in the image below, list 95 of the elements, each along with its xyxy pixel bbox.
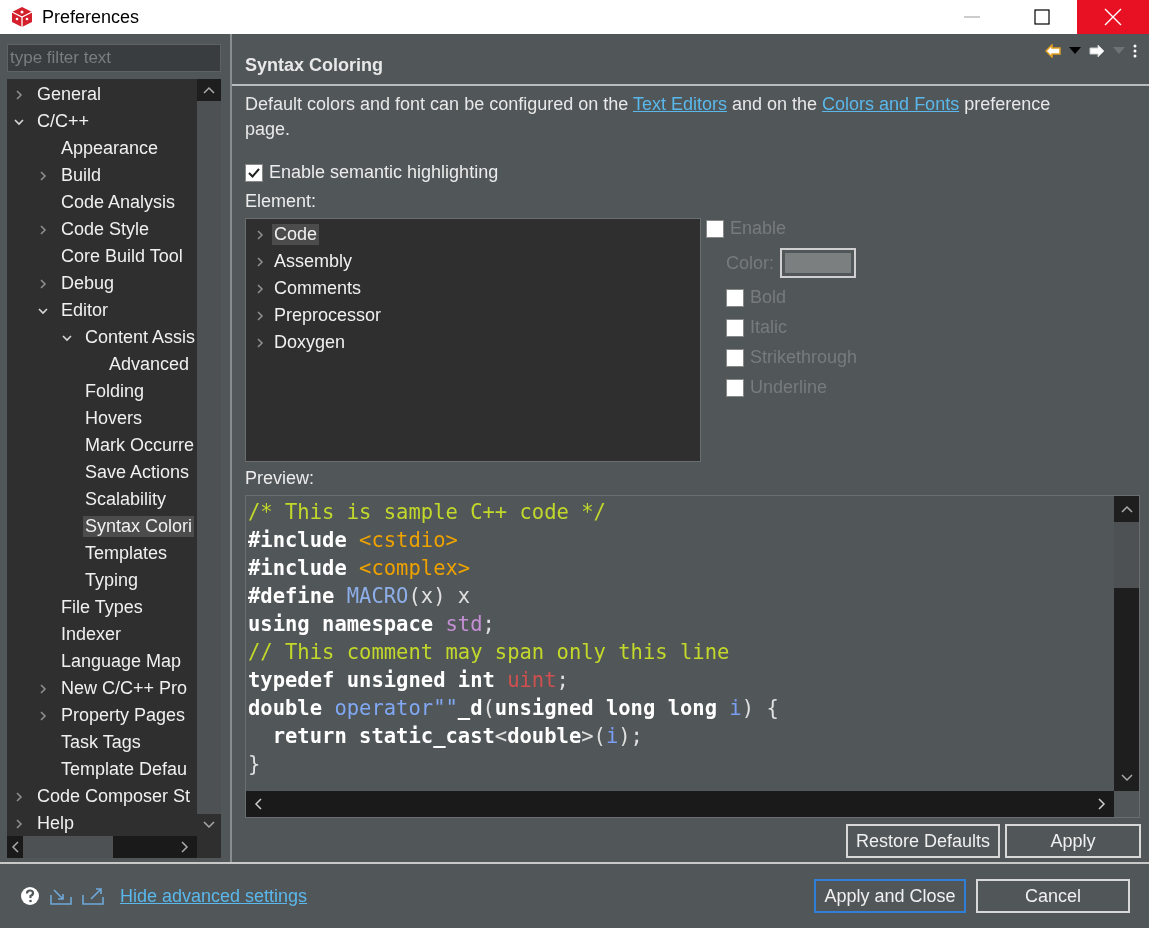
vertical-scrollbar[interactable] (197, 79, 221, 836)
preview-label: Preview: (245, 468, 316, 489)
window-title: Preferences (42, 6, 141, 28)
scroll-up-icon[interactable] (203, 86, 215, 94)
horizontal-scrollbar[interactable] (7, 836, 197, 858)
list-item[interactable]: Code (272, 224, 320, 245)
apply-button[interactable]: Apply (1005, 824, 1141, 858)
chevron-right-icon[interactable] (37, 277, 49, 290)
code-line: #define MACRO(x) x (248, 583, 472, 610)
code-line: #include <cstdio> (248, 527, 459, 554)
chevron-right-icon[interactable] (254, 309, 266, 322)
scroll-down-icon[interactable] (1120, 774, 1133, 782)
help-icon[interactable] (20, 886, 40, 906)
chevron-right-icon[interactable] (254, 336, 266, 349)
color-button[interactable] (780, 248, 856, 278)
tree-item[interactable]: Folding (83, 381, 147, 402)
scroll-right-icon[interactable] (181, 841, 189, 853)
tree-item[interactable]: Build (59, 165, 104, 186)
chevron-right-icon[interactable] (254, 255, 266, 268)
tree-item[interactable]: Debug (59, 273, 117, 294)
more-options-icon[interactable] (1133, 44, 1137, 58)
chevron-right-icon[interactable] (13, 88, 25, 101)
code-line: } (248, 751, 262, 778)
tree-item[interactable]: Hovers (83, 408, 144, 429)
tree-item[interactable]: Mark Occurre (83, 435, 196, 456)
tree-item[interactable]: Templates (83, 543, 170, 564)
scroll-thumb[interactable] (23, 836, 113, 858)
code-line: using namespace std; (248, 611, 496, 638)
description-text: Default colors and font can be configured on the Text Editors and on the Colors and Fonts preference page. (245, 93, 1052, 141)
tree-item[interactable]: Indexer (59, 624, 124, 645)
tree-item[interactable]: Code Style (59, 219, 152, 240)
code-line: // This comment may span only this line (248, 639, 731, 666)
scroll-thumb[interactable] (1114, 522, 1139, 588)
forward-arrow-icon[interactable] (1089, 44, 1105, 58)
scroll-right-icon[interactable] (1098, 798, 1106, 810)
tree-item[interactable]: Syntax Colori (83, 516, 195, 537)
code-line: return static_cast<double>(i); (271, 723, 644, 750)
tree-item[interactable]: Template Defau (59, 759, 190, 780)
chevron-right-icon[interactable] (37, 709, 49, 722)
tree-item[interactable]: Code Analysis (59, 192, 178, 213)
code-line: #include <complex> (248, 555, 472, 582)
scroll-left-icon[interactable] (11, 841, 19, 853)
back-arrow-icon[interactable] (1045, 44, 1061, 58)
vertical-scrollbar[interactable] (1114, 496, 1139, 791)
tree-item[interactable]: C/C++ (35, 111, 92, 132)
checkbox-label: Enable semantic highlighting (269, 162, 499, 183)
scroll-left-icon[interactable] (254, 798, 262, 810)
tree-item[interactable]: General (35, 84, 104, 105)
list-item[interactable]: Assembly (272, 251, 355, 272)
tree-item[interactable]: Task Tags (59, 732, 143, 753)
chevron-right-icon[interactable] (37, 682, 49, 695)
page-title: Syntax Coloring (245, 55, 383, 76)
apply-and-close-button[interactable]: Apply and Close (814, 879, 966, 913)
tree-item[interactable]: Appearance (59, 138, 161, 159)
chevron-right-icon[interactable] (13, 817, 25, 830)
scroll-up-icon[interactable] (1120, 505, 1133, 513)
tree-item[interactable]: Content Assis (83, 327, 197, 348)
chevron-right-icon[interactable] (37, 169, 49, 182)
chevron-right-icon[interactable] (254, 228, 266, 241)
dropdown-caret-icon[interactable] (1069, 47, 1081, 55)
code-line: /* This is sample C++ code */ (248, 499, 607, 526)
tree-item[interactable]: Help (35, 813, 77, 834)
tree-item[interactable]: New C/C++ Pro (59, 678, 190, 699)
code-line: double operator""_d(unsigned long long i) { (248, 695, 780, 722)
tree-item[interactable]: Property Pages (59, 705, 188, 726)
minimize-icon (964, 16, 980, 18)
list-item[interactable]: Comments (272, 278, 364, 299)
app-logo-icon (10, 5, 34, 29)
element-list[interactable]: Code Assembly Comments Preprocessor Doxygen (245, 218, 701, 462)
tree-item[interactable]: Core Build Tool (59, 246, 185, 267)
tree-item[interactable]: Save Actions (83, 462, 192, 483)
horizontal-scrollbar[interactable] (246, 791, 1114, 817)
tree-item[interactable]: Editor (59, 300, 111, 321)
maximize-icon (1034, 9, 1050, 25)
import-icon[interactable] (50, 887, 72, 905)
tree-item[interactable]: Typing (83, 570, 141, 591)
code-line: typedef unsigned int uint; (248, 667, 570, 694)
scroll-down-icon[interactable] (203, 821, 215, 829)
restore-defaults-button[interactable]: Restore Defaults (846, 824, 1000, 858)
tree-item[interactable]: Advanced (107, 354, 192, 375)
tree-item[interactable]: File Types (59, 597, 145, 618)
close-icon (1104, 8, 1122, 26)
filter-field[interactable]: type filter text (7, 44, 221, 72)
element-label: Element: (245, 191, 318, 212)
chevron-right-icon[interactable] (13, 790, 25, 803)
export-icon[interactable] (82, 887, 104, 905)
tree-item[interactable]: Language Map (59, 651, 184, 672)
checkbox[interactable] (245, 163, 263, 182)
chevron-right-icon[interactable] (254, 282, 266, 295)
list-item[interactable]: Doxygen (272, 332, 348, 353)
cancel-button[interactable]: Cancel (976, 879, 1130, 913)
list-item[interactable]: Preprocessor (272, 305, 384, 326)
chevron-right-icon[interactable] (37, 223, 49, 236)
tree-item[interactable]: Code Composer St (35, 786, 193, 807)
tree-item[interactable]: Scalability (83, 489, 169, 510)
